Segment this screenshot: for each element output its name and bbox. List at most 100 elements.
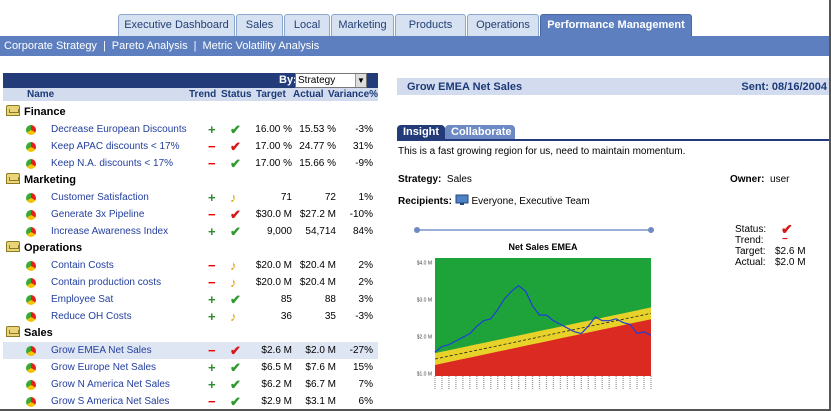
y-tick-label: $3.0 M xyxy=(417,298,432,304)
trend-icon: − xyxy=(208,394,216,409)
subnav-metric-volatility[interactable]: Metric Volatility Analysis xyxy=(202,40,319,52)
actual-value: $2.0 M xyxy=(775,257,806,268)
tab-executive-dashboard[interactable]: Executive Dashboard xyxy=(118,14,235,37)
subnav-corporate-strategy[interactable]: Corporate Strategy xyxy=(4,40,97,52)
target-value: 17.00 % xyxy=(255,158,292,169)
folder-icon[interactable] xyxy=(6,173,20,184)
metric-name-link[interactable]: Reduce OH Costs xyxy=(51,311,132,322)
metric-icon xyxy=(26,295,36,305)
detail-panel: Grow EMEA Net Sales Sent: 08/16/2004 Ins… xyxy=(397,78,829,409)
tab-operations[interactable]: Operations xyxy=(467,14,539,37)
metric-icon xyxy=(26,193,36,203)
trend-icon: − xyxy=(208,139,216,154)
metric-name-link[interactable]: Grow N America Net Sales xyxy=(51,379,170,390)
column-variance[interactable]: Variance% xyxy=(328,89,378,100)
trend-label: Trend: xyxy=(735,235,764,246)
metric-name-link[interactable]: Contain production costs xyxy=(51,277,161,288)
detail-header: Grow EMEA Net Sales Sent: 08/16/2004 xyxy=(397,78,829,95)
sent-date: Sent: 08/16/2004 xyxy=(741,81,827,93)
metric-name-link[interactable]: Customer Satisfaction xyxy=(51,192,149,203)
target-value: $30.0 M xyxy=(255,209,292,220)
metric-name-link[interactable]: Contain Costs xyxy=(51,260,114,271)
scorecard-column-header: Name Trend Status Target Actual Variance… xyxy=(3,88,378,101)
tab-marketing[interactable]: Marketing xyxy=(331,14,394,37)
scorecard-row[interactable]: Generate 3x Pipeline − ✔ $30.0 M $27.2 M -10% xyxy=(3,206,378,223)
scorecard-row[interactable]: Reduce OH Costs + ♪ 36 35 -3% xyxy=(3,308,378,325)
tab-sales[interactable]: Sales xyxy=(236,14,283,37)
scorecard-row[interactable]: Contain Costs − ♪ $20.0 M $20.4 M 2% xyxy=(3,257,378,274)
scorecard-row[interactable]: Grow S America Net Sales − ✔ $2.9 M $3.1 M 6% xyxy=(3,393,378,409)
metric-name-link[interactable]: Grow Europe Net Sales xyxy=(51,362,156,373)
metric-icon xyxy=(26,125,36,135)
target-value: $20.0 M xyxy=(255,260,292,271)
trend-icon: − xyxy=(208,156,216,171)
scorecard-row[interactable]: Contain production costs − ♪ $20.0 M $20.4 M… xyxy=(3,274,378,291)
tab-insight[interactable]: Insight xyxy=(397,125,446,140)
variance-value: 31% xyxy=(352,141,373,152)
group-by-bar: By: Strategy ▼ xyxy=(3,73,378,88)
column-actual[interactable]: Actual xyxy=(293,89,324,100)
trend-icon: − xyxy=(208,275,216,290)
metric-name-link[interactable]: Increase Awareness Index xyxy=(51,226,168,237)
status-warn-icon: ♪ xyxy=(230,275,237,290)
metric-name-link[interactable]: Generate 3x Pipeline xyxy=(51,209,144,220)
variance-value: 1% xyxy=(358,192,373,203)
scorecard-row[interactable]: Grow EMEA Net Sales − ✔ $2.6 M $2.0 M -27% xyxy=(3,342,378,359)
scorecard-row[interactable]: Increase Awareness Index + ✔ 9,000 54,714 84% xyxy=(3,223,378,240)
scorecard-row[interactable]: Decrease European Discounts + ✔ 16.00 % 15.5… xyxy=(3,121,378,138)
actual-value: 24.77 % xyxy=(299,141,336,152)
group-by-value: Strategy xyxy=(298,75,336,86)
target-value: $2.6 M xyxy=(261,345,292,356)
variance-value: 3% xyxy=(358,294,373,305)
metric-name-link[interactable]: Keep APAC discounts < 17% xyxy=(51,141,180,152)
owner-value: user xyxy=(770,174,790,185)
scorecard-row[interactable]: Grow N America Net Sales + ✔ $6.2 M $6.7 M 7% xyxy=(3,376,378,393)
scorecard-row[interactable]: Employee Sat + ✔ 85 88 3% xyxy=(3,291,378,308)
column-trend[interactable]: Trend xyxy=(189,89,216,100)
folder-icon[interactable] xyxy=(6,326,20,337)
tab-performance-management[interactable]: Performance Management xyxy=(540,14,692,37)
recipients-value[interactable]: Everyone, Executive Team xyxy=(471,196,589,207)
scorecard-row[interactable]: Keep APAC discounts < 17% − ✔ 17.00 % 24.77 … xyxy=(3,138,378,155)
scorecard-row[interactable]: Keep N.A. discounts < 17% − ✔ 17.00 % 15.66 … xyxy=(3,155,378,172)
metric-icon xyxy=(26,278,36,288)
variance-value: 6% xyxy=(358,396,373,407)
metric-icon xyxy=(26,159,36,169)
y-tick-label: $2.0 M xyxy=(417,334,432,340)
folder-icon[interactable] xyxy=(6,241,20,252)
variance-value: -9% xyxy=(355,158,373,169)
folder-icon[interactable] xyxy=(6,105,20,116)
scorecard-row[interactable]: Grow Europe Net Sales + ✔ $6.5 M $7.6 M 15% xyxy=(3,359,378,376)
metric-name-link[interactable]: Grow EMEA Net Sales xyxy=(51,345,152,356)
metric-icon xyxy=(26,346,36,356)
tab-local[interactable]: Local xyxy=(284,14,330,37)
trend-down-icon: − xyxy=(782,234,788,245)
tab-collaborate[interactable]: Collaborate xyxy=(445,125,515,140)
column-status[interactable]: Status xyxy=(221,89,252,100)
actual-value: 72 xyxy=(324,192,336,203)
group-by-select[interactable]: Strategy ▼ xyxy=(295,73,367,88)
actual-value: $2.0 M xyxy=(305,345,336,356)
group-label: Operations xyxy=(24,242,83,254)
variance-value: 2% xyxy=(358,277,373,288)
metric-name-link[interactable]: Grow S America Net Sales xyxy=(51,396,169,407)
metric-name-link[interactable]: Employee Sat xyxy=(51,294,113,305)
target-value: 71 xyxy=(280,192,292,203)
subnav-pareto-analysis[interactable]: Pareto Analysis xyxy=(112,40,188,52)
target-label: Target: xyxy=(735,246,766,257)
group-label: Finance xyxy=(24,106,66,118)
detail-title: Grow EMEA Net Sales xyxy=(407,81,523,93)
group-label: Sales xyxy=(24,327,53,339)
metric-name-link[interactable]: Decrease European Discounts xyxy=(51,124,187,135)
chevron-down-icon[interactable]: ▼ xyxy=(355,74,366,87)
scorecard-row[interactable]: Customer Satisfaction + ♪ 71 72 1% xyxy=(3,189,378,206)
recipients-icon[interactable] xyxy=(455,194,469,206)
tab-divider xyxy=(397,139,829,141)
variance-value: -27% xyxy=(349,345,373,356)
metric-name-link[interactable]: Keep N.A. discounts < 17% xyxy=(51,158,173,169)
column-target[interactable]: Target xyxy=(256,89,286,100)
tab-products[interactable]: Products xyxy=(395,14,466,37)
strategy-line: Strategy: Sales xyxy=(398,174,472,185)
column-name[interactable]: Name xyxy=(27,89,54,100)
recipients-line: Recipients: Everyone, Executive Team xyxy=(398,194,590,207)
